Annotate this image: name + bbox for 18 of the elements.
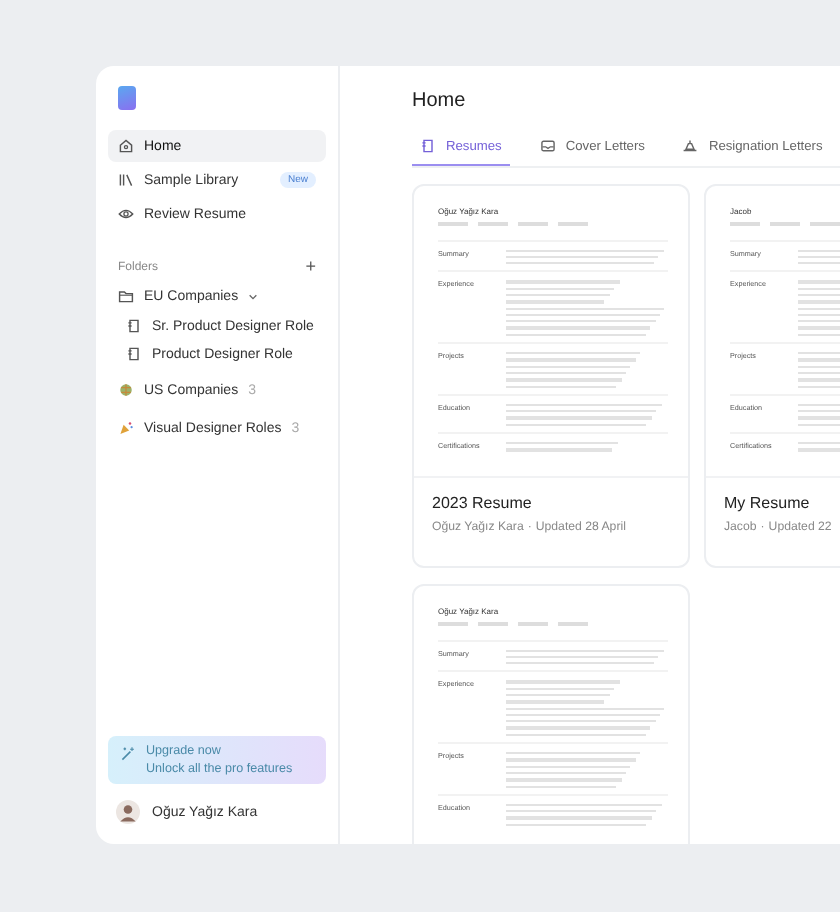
document-icon bbox=[126, 318, 142, 334]
avatar-icon bbox=[116, 800, 140, 824]
folder-icon bbox=[118, 288, 134, 304]
envelope-icon bbox=[539, 138, 556, 154]
books-icon bbox=[118, 172, 134, 188]
document-icon bbox=[126, 346, 142, 362]
globe-icon bbox=[118, 382, 134, 398]
card-title: 2023 Resume bbox=[432, 494, 534, 512]
eye-icon bbox=[118, 206, 134, 222]
home-icon bbox=[118, 138, 134, 154]
page-title: Home bbox=[412, 90, 468, 112]
document-icon bbox=[420, 138, 436, 154]
add-folder-button[interactable]: + bbox=[305, 258, 316, 276]
party-popper-icon bbox=[118, 420, 134, 436]
magic-wand-icon bbox=[120, 746, 136, 762]
logo-icon bbox=[118, 86, 136, 110]
bell-icon bbox=[682, 138, 699, 154]
card-title: My Resume bbox=[724, 494, 812, 512]
